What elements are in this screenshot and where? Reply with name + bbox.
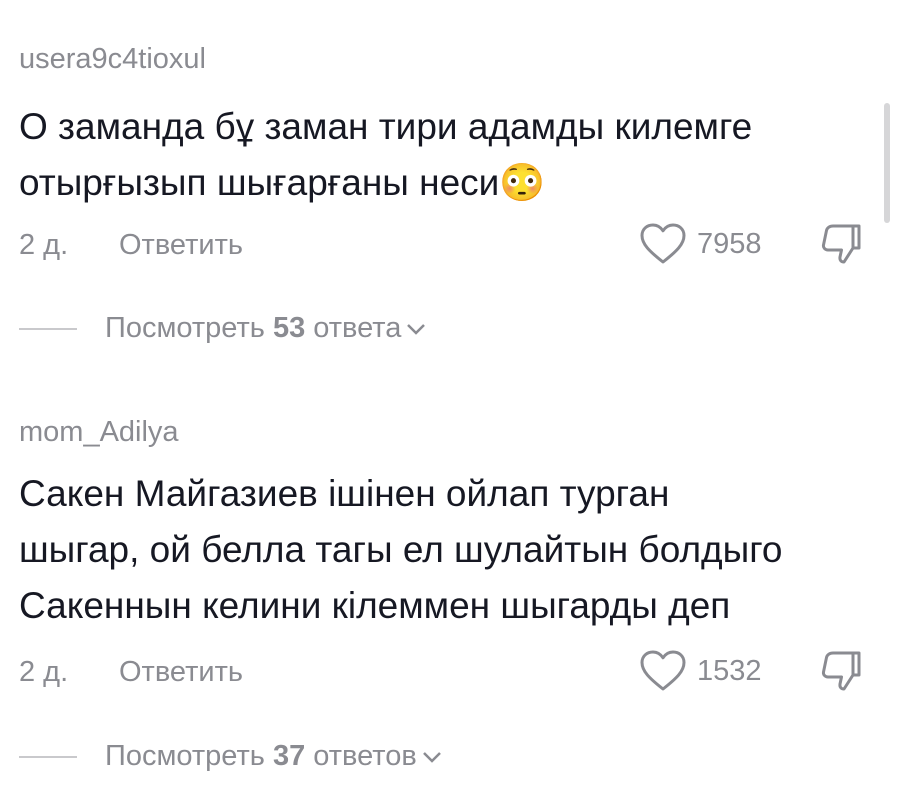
comment-text-line: Сакеннын келини кілеммен шыгарды деп	[19, 585, 731, 626]
comment-text: Сакен Майгазиев ішінен ойлап турган шыга…	[19, 466, 783, 634]
thumbs-down-icon	[821, 224, 861, 264]
like-count: 7958	[697, 227, 762, 260]
reply-button[interactable]: Ответить	[119, 229, 243, 262]
replies-divider	[19, 755, 77, 758]
comment-text-line: О заманда бұ заман тири адамды килемге	[19, 106, 753, 147]
view-replies-label: Посмотреть 37 ответов	[105, 740, 417, 772]
chevron-down-icon	[422, 751, 441, 763]
comment-time: 2 д.	[19, 229, 69, 261]
dislike-button[interactable]	[819, 222, 863, 271]
comment-time: 2 д.	[19, 656, 69, 688]
scrollbar[interactable]	[884, 103, 890, 223]
replies-count: 37	[272, 740, 306, 772]
like-count: 1532	[697, 654, 762, 687]
heart-outline-icon	[640, 223, 686, 264]
comment-text: О заманда бұ заман тири адамды килемге о…	[19, 99, 752, 211]
comment-text-line: отырғызып шығарғаны неси😳	[19, 162, 546, 203]
view-replies-button[interactable]: Посмотреть 53 ответа	[19, 312, 427, 345]
comment-username[interactable]: usera9c4tioxul	[19, 43, 206, 76]
like-button[interactable]: 7958	[639, 222, 762, 266]
view-replies-button[interactable]: Посмотреть 37 ответов	[19, 740, 443, 773]
replies-count: 53	[272, 312, 306, 344]
comment-text-line: шыгар, ой белла тагы ел шулайтын болдыго	[19, 529, 783, 570]
view-replies-label: Посмотреть 53 ответа	[105, 312, 402, 344]
comment-text-line: Сакен Майгазиев ішінен ойлап турган	[19, 473, 670, 514]
replies-divider	[19, 327, 77, 330]
reply-button[interactable]: Ответить	[119, 656, 243, 689]
thumbs-down-icon	[821, 651, 861, 691]
chevron-down-icon	[407, 323, 426, 335]
like-button[interactable]: 1532	[639, 649, 762, 693]
dislike-button[interactable]	[819, 649, 863, 698]
heart-outline-icon	[640, 650, 686, 691]
comment-username[interactable]: mom_Adilya	[19, 416, 179, 449]
